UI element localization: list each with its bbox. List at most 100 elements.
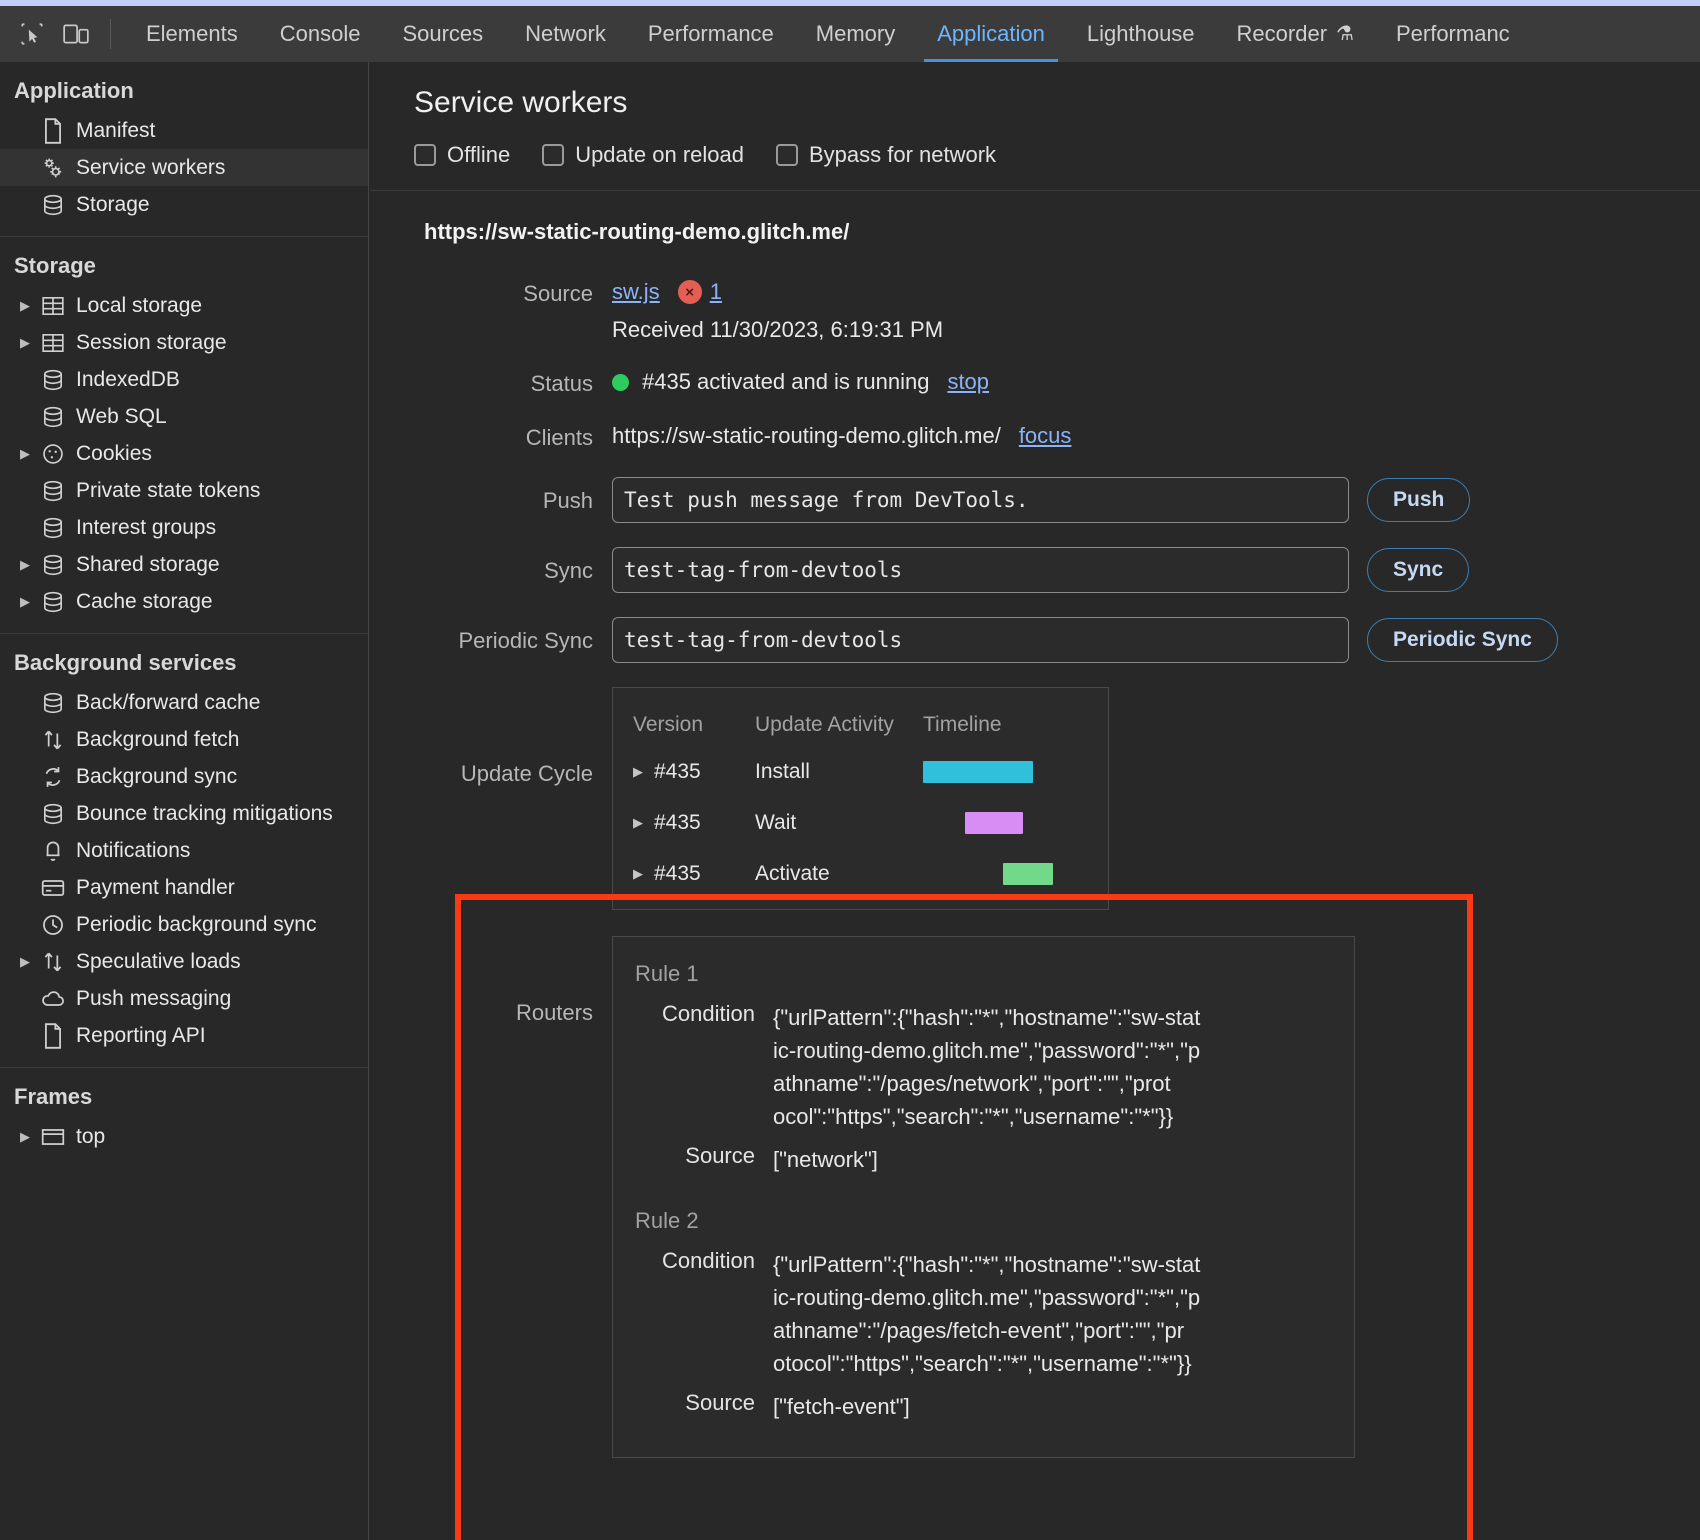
expand-arrow-icon: ▶ <box>14 917 36 933</box>
sidebar-item-payment-handler[interactable]: ▶ Payment handler <box>0 869 368 906</box>
tab-memory[interactable]: Memory <box>795 6 916 62</box>
tab-application[interactable]: Application <box>916 6 1066 62</box>
sidebar-item-private-state-tokens[interactable]: ▶ Private state tokens <box>0 472 368 509</box>
tabbar-divider <box>110 19 111 49</box>
error-count-link[interactable]: 1 <box>710 279 722 305</box>
push-button[interactable]: Push <box>1367 478 1470 522</box>
checkbox-box[interactable] <box>414 144 436 166</box>
periodic-sync-input[interactable]: test-tag-from-devtools <box>612 617 1349 663</box>
tab-performance-insights[interactable]: Performanc <box>1375 6 1531 62</box>
sidebar-item-reporting-api[interactable]: ▶ Reporting API <box>0 1017 368 1054</box>
sidebar-item-shared-storage[interactable]: ▶ Shared storage <box>0 546 368 583</box>
sidebar-item-session-storage[interactable]: ▶ Session storage <box>0 324 368 361</box>
sidebar-item-background-fetch[interactable]: ▶ Background fetch <box>0 721 368 758</box>
checkbox-label: Offline <box>447 142 510 168</box>
sidebar-item-service-workers[interactable]: ▶ Service workers <box>0 149 368 186</box>
sidebar-item-speculative-loads[interactable]: ▶ Speculative loads <box>0 943 368 980</box>
condition-label: Condition <box>613 1001 773 1027</box>
stop-link[interactable]: stop <box>947 369 989 395</box>
sidebar-item-cache-storage[interactable]: ▶ Cache storage <box>0 583 368 620</box>
arrows-updown-icon <box>36 949 70 975</box>
sidebar-item-label: Cache storage <box>70 590 213 614</box>
condition-value: {"urlPattern":{"hash":"*","hostname":"sw… <box>773 1248 1200 1380</box>
sidebar-item-cookies[interactable]: ▶ Cookies <box>0 435 368 472</box>
sync-button[interactable]: Sync <box>1367 548 1469 592</box>
tab-sources[interactable]: Sources <box>381 6 504 62</box>
sidebar-item-background-sync[interactable]: ▶ Background sync <box>0 758 368 795</box>
sidebar-item-notifications[interactable]: ▶ Notifications <box>0 832 368 869</box>
sidebar-group-storage: Storage ▶ Local storage ▶ Session storag… <box>0 237 368 634</box>
tab-recorder[interactable]: Recorder ⚗ <box>1216 6 1375 62</box>
activity-cell: Activate <box>755 862 923 886</box>
expand-arrow-icon[interactable]: ▶ <box>14 594 36 610</box>
sidebar-group-title: Frames <box>0 1068 368 1118</box>
sidebar-item-label: Back/forward cache <box>70 691 260 715</box>
source-file-link[interactable]: sw.js <box>612 279 660 305</box>
sidebar-item-local-storage[interactable]: ▶ Local storage <box>0 287 368 324</box>
tab-console[interactable]: Console <box>259 6 382 62</box>
rule-title: Rule 2 <box>613 1208 1354 1234</box>
expand-arrow-icon: ▶ <box>14 123 36 139</box>
expand-arrow-icon[interactable]: ▶ <box>14 1129 36 1145</box>
timeline-bar-install <box>923 761 1033 783</box>
tab-elements[interactable]: Elements <box>125 6 259 62</box>
expand-arrow-icon[interactable]: ▶ <box>14 446 36 462</box>
expand-arrow-icon[interactable]: ▶ <box>14 298 36 314</box>
version-cell: #435 <box>654 760 701 784</box>
tab-lighthouse[interactable]: Lighthouse <box>1066 6 1216 62</box>
column-header-update-activity: Update Activity <box>755 713 923 737</box>
tab-network[interactable]: Network <box>504 6 627 62</box>
sidebar-item-back-forward-cache[interactable]: ▶ Back/forward cache <box>0 684 368 721</box>
device-toolbar-icon[interactable] <box>54 14 98 54</box>
offline-checkbox[interactable]: Offline <box>414 142 510 168</box>
push-row: Push Test push message from DevTools. Pu… <box>370 477 1700 523</box>
inspect-element-icon[interactable] <box>10 14 54 54</box>
checkbox-box[interactable] <box>542 144 564 166</box>
update-cycle-row-install[interactable]: ▶#435 Install <box>613 746 1108 797</box>
sync-input[interactable]: test-tag-from-devtools <box>612 547 1349 593</box>
sidebar-item-web-sql[interactable]: ▶ Web SQL <box>0 398 368 435</box>
sidebar-item-interest-groups[interactable]: ▶ Interest groups <box>0 509 368 546</box>
sidebar-item-push-messaging[interactable]: ▶ Push messaging <box>0 980 368 1017</box>
sidebar-item-label: Cookies <box>70 442 152 466</box>
periodic-sync-button[interactable]: Periodic Sync <box>1367 618 1558 662</box>
push-label: Push <box>370 486 612 514</box>
sidebar-group-background-services: Background services ▶ Back/forward cache… <box>0 634 368 1068</box>
table-icon <box>36 295 70 317</box>
update-cycle-row-wait[interactable]: ▶#435 Wait <box>613 797 1108 848</box>
checkbox-label: Bypass for network <box>809 142 996 168</box>
status-text: #435 activated and is running <box>642 369 929 395</box>
sidebar-item-manifest[interactable]: ▶ Manifest <box>0 112 368 149</box>
sidebar-item-periodic-background-sync[interactable]: ▶ Periodic background sync <box>0 906 368 943</box>
routers-table: Rule 1 Condition {"urlPattern":{"hash":"… <box>612 936 1355 1458</box>
checkbox-box[interactable] <box>776 144 798 166</box>
expand-arrow-icon[interactable]: ▶ <box>633 815 643 831</box>
devtools-tabbar: Elements Console Sources Network Perform… <box>0 6 1700 62</box>
sidebar-item-indexeddb[interactable]: ▶ IndexedDB <box>0 361 368 398</box>
document-icon <box>36 118 70 144</box>
expand-arrow-icon[interactable]: ▶ <box>633 866 643 882</box>
expand-arrow-icon[interactable]: ▶ <box>14 954 36 970</box>
status-dot-icon <box>612 374 629 391</box>
sidebar-item-bounce-tracking-mitigations[interactable]: ▶ Bounce tracking mitigations <box>0 795 368 832</box>
database-icon <box>36 479 70 503</box>
expand-arrow-icon: ▶ <box>14 483 36 499</box>
update-cycle-label: Update Cycle <box>370 687 612 787</box>
focus-link[interactable]: focus <box>1019 423 1072 449</box>
tab-performance[interactable]: Performance <box>627 6 795 62</box>
update-on-reload-checkbox[interactable]: Update on reload <box>542 142 744 168</box>
sidebar-item-label: Background sync <box>70 765 237 789</box>
bypass-for-network-checkbox[interactable]: Bypass for network <box>776 142 996 168</box>
status-label: Status <box>370 369 612 397</box>
expand-arrow-icon[interactable]: ▶ <box>633 764 643 780</box>
expand-arrow-icon[interactable]: ▶ <box>14 335 36 351</box>
sidebar-item-storage[interactable]: ▶ Storage <box>0 186 368 223</box>
sidebar-group-title: Storage <box>0 237 368 287</box>
expand-arrow-icon[interactable]: ▶ <box>14 557 36 573</box>
sidebar-item-top[interactable]: ▶ top <box>0 1118 368 1155</box>
update-cycle-row-activate[interactable]: ▶#435 Activate <box>613 848 1108 899</box>
sidebar-group-application: Application ▶ Manifest ▶ Service workers… <box>0 62 368 237</box>
push-input[interactable]: Test push message from DevTools. <box>612 477 1349 523</box>
update-cycle-header-row: Version Update Activity Timeline <box>613 704 1108 746</box>
application-sidebar[interactable]: Application ▶ Manifest ▶ Service workers… <box>0 62 369 1540</box>
